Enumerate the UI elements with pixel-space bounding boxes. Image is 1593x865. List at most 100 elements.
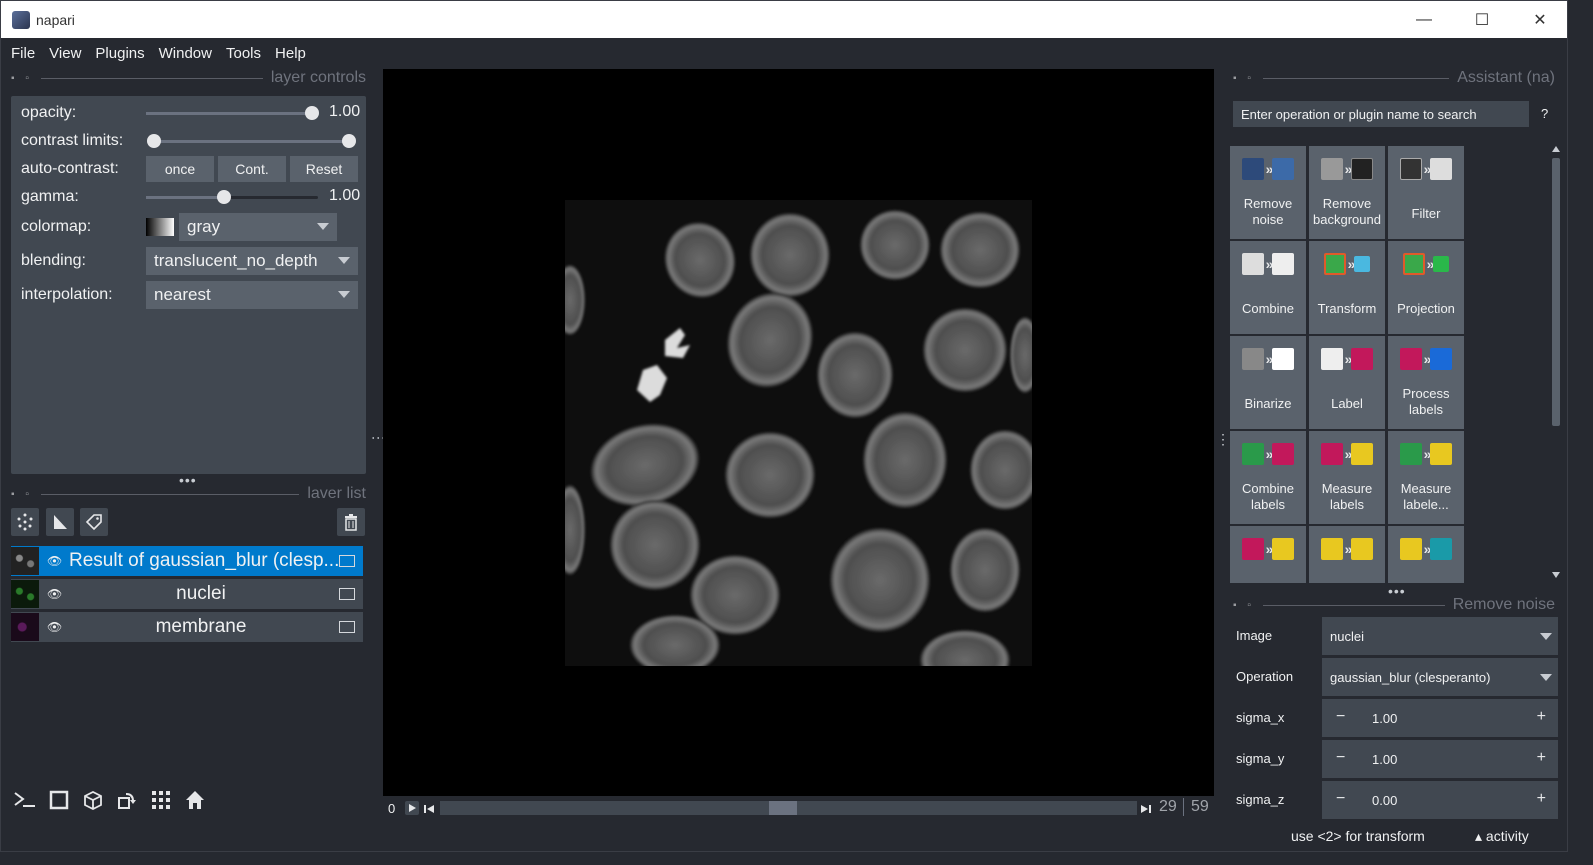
roll-dims-button[interactable] <box>79 786 107 814</box>
gamma-value: 1.00 <box>329 187 361 204</box>
label-yellow-icon: » <box>1315 536 1379 562</box>
assistant-scrollbar[interactable] <box>1551 146 1561 583</box>
dims-current-value[interactable]: 29 <box>1159 798 1177 816</box>
remove-noise-title: Remove noise <box>1452 596 1555 613</box>
auto-contrast-reset-button[interactable]: Reset <box>290 156 358 182</box>
menu-plugins[interactable]: Plugins <box>88 45 151 62</box>
tile-row5-3[interactable]: » <box>1388 526 1464 583</box>
dock-float-icon[interactable]: ▪ ▫ <box>11 73 33 84</box>
tile-remove-background[interactable]: » Remove background <box>1309 146 1385 239</box>
blending-label: blending: <box>21 252 86 269</box>
console-button[interactable] <box>11 786 39 814</box>
opacity-slider-handle[interactable] <box>305 106 319 120</box>
menu-help[interactable]: Help <box>268 45 313 62</box>
contrast-min-handle[interactable] <box>147 134 161 148</box>
minus-icon[interactable]: − <box>1336 708 1345 726</box>
visibility-eye-icon[interactable]: 👁 <box>47 587 63 601</box>
grid-view-button[interactable] <box>147 786 175 814</box>
sigma-z-spinbox[interactable]: − 0.00 + <box>1322 781 1558 819</box>
step-forward-button[interactable] <box>1141 801 1153 815</box>
layer-item-membrane[interactable]: 👁 membrane <box>11 612 363 642</box>
auto-contrast-continuous-button[interactable]: Cont. <box>218 156 286 182</box>
contrast-limits-slider[interactable] <box>154 140 348 143</box>
home-button[interactable] <box>181 786 209 814</box>
dock-float-icon[interactable]: ▪ ▫ <box>1233 600 1255 611</box>
menu-view[interactable]: View <box>42 45 88 62</box>
plus-icon[interactable]: + <box>1537 790 1546 808</box>
assistant-search-input[interactable]: Enter operation or plugin name to search <box>1233 101 1529 127</box>
sigma-x-spinbox[interactable]: − 1.00 + <box>1322 699 1558 737</box>
tile-remove-noise[interactable]: » Remove noise <box>1230 146 1306 239</box>
transpose-button[interactable] <box>113 786 141 814</box>
tile-binarize[interactable]: » Binarize <box>1230 336 1306 429</box>
delete-layer-button[interactable] <box>337 508 365 536</box>
status-bar: use <2> for transform ▴ activity <box>1291 828 1567 848</box>
rotate-icon <box>118 793 136 809</box>
auto-contrast-label: auto-contrast: <box>21 160 119 177</box>
menu-tools[interactable]: Tools <box>219 45 268 62</box>
tile-process-labels[interactable]: » Process labels <box>1388 336 1464 429</box>
step-back-button[interactable] <box>424 801 436 815</box>
tile-transform[interactable]: » Transform <box>1309 241 1385 334</box>
tile-row5-2[interactable]: » <box>1309 526 1385 583</box>
interpolation-dropdown[interactable]: nearest <box>146 281 358 309</box>
tile-label[interactable]: » Label <box>1309 336 1385 429</box>
plus-icon[interactable]: + <box>1537 749 1546 767</box>
close-button[interactable]: ✕ <box>1511 1 1567 38</box>
layer-item-result[interactable]: 👁 Result of gaussian_blur (clesp... <box>11 546 363 576</box>
viewer-canvas[interactable] <box>383 69 1214 796</box>
layer-thumbnail <box>11 613 39 641</box>
contrast-max-handle[interactable] <box>342 134 356 148</box>
blending-dropdown[interactable]: translucent_no_depth <box>146 247 358 275</box>
tile-combine[interactable]: » Combine <box>1230 241 1306 334</box>
sigma-y-spinbox[interactable]: − 1.00 + <box>1322 740 1558 778</box>
layer-item-nuclei[interactable]: 👁 nuclei <box>11 579 363 609</box>
opacity-value: 1.00 <box>329 103 361 120</box>
tile-row5-1[interactable]: » <box>1230 526 1306 583</box>
play-icon <box>409 804 416 812</box>
menu-window[interactable]: Window <box>152 45 219 62</box>
ndisplay-button[interactable] <box>45 786 73 814</box>
tile-measure-labeled[interactable]: » Measure labele... <box>1388 431 1464 524</box>
opacity-row: opacity: 1.00 <box>11 98 366 128</box>
tile-projection[interactable]: » Projection <box>1388 241 1464 334</box>
help-button[interactable]: ? <box>1541 106 1548 121</box>
maximize-button[interactable]: ☐ <box>1453 1 1511 38</box>
dims-slider-handle[interactable] <box>769 801 797 815</box>
nuclei-image-render <box>565 200 1032 666</box>
scrollbar-thumb[interactable] <box>1552 158 1560 426</box>
opacity-slider[interactable] <box>146 112 318 115</box>
scroll-up-icon <box>1552 146 1560 152</box>
tile-combine-labels[interactable]: » Combine labels <box>1230 431 1306 524</box>
minus-icon[interactable]: − <box>1336 749 1345 767</box>
plus-icon[interactable]: + <box>1537 708 1546 726</box>
layer-thumbnail <box>11 547 39 575</box>
process-labels-icon: » <box>1394 346 1458 372</box>
new-labels-layer-button[interactable] <box>80 508 108 536</box>
dock-float-icon[interactable]: ▪ ▫ <box>11 489 33 500</box>
assistant-title: Assistant (na) <box>1457 69 1555 86</box>
minus-icon[interactable]: − <box>1336 790 1345 808</box>
window-title: napari <box>36 11 75 28</box>
minimize-button[interactable]: — <box>1395 1 1453 38</box>
tile-filter[interactable]: » Filter <box>1388 146 1464 239</box>
dock-float-icon[interactable]: ▪ ▫ <box>1233 73 1255 84</box>
new-points-layer-button[interactable] <box>11 508 39 536</box>
combine-labels-icon: » <box>1236 441 1300 467</box>
operation-dropdown[interactable]: gaussian_blur (clesperanto) <box>1322 658 1558 696</box>
gamma-slider-handle[interactable] <box>217 190 231 204</box>
colormap-dropdown[interactable]: gray <box>179 213 337 241</box>
square-2d-icon <box>49 790 69 810</box>
menu-file[interactable]: File <box>4 45 42 62</box>
tile-measure-labels[interactable]: » Measure labels <box>1309 431 1385 524</box>
new-shapes-layer-button[interactable] <box>46 508 74 536</box>
visibility-eye-icon[interactable]: 👁 <box>47 554 63 568</box>
play-button[interactable] <box>405 801 419 815</box>
layer-name: membrane <box>155 616 247 637</box>
activity-button[interactable]: ▴ activity <box>1475 828 1529 845</box>
auto-contrast-once-button[interactable]: once <box>146 156 214 182</box>
visibility-eye-icon[interactable]: 👁 <box>47 620 63 634</box>
image-layer-icon <box>339 621 355 633</box>
gamma-slider[interactable] <box>146 196 318 199</box>
image-dropdown[interactable]: nuclei <box>1322 617 1558 655</box>
